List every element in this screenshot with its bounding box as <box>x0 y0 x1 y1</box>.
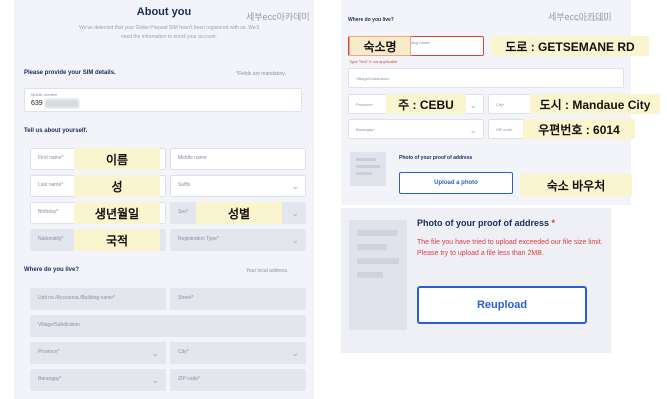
annotation-province: 주 : CEBU <box>386 94 466 114</box>
unit-label: Unit no./Accesoria./Building name* <box>38 295 115 301</box>
proof-label: Photo of your proof of address <box>399 155 473 161</box>
annotation-birthday: 생년월일 <box>74 202 160 224</box>
city-label: City* <box>178 349 189 355</box>
chevron-down-icon: ⌄ <box>151 375 159 385</box>
birthday-label: Birthday* <box>38 209 59 215</box>
mobile-number-label: Mobile number <box>31 92 58 97</box>
error-card-title: Photo of your proof of address * <box>417 218 555 228</box>
first-name-label: First name* <box>38 155 64 161</box>
right-zip-label: ZIP code <box>496 127 512 132</box>
mobile-number-blur <box>45 99 79 108</box>
nationality-label: Nationality* <box>38 236 64 242</box>
chevron-down-icon: ⌄ <box>291 348 299 358</box>
middle-name-field[interactable]: Middle name <box>170 148 306 170</box>
province-label: Province* <box>38 349 60 355</box>
left-form-panel: About you We've detected that your Globe… <box>14 0 314 399</box>
right-barangay-label: Barangay* <box>356 127 375 132</box>
live-section-heading: Where do you live? <box>24 267 80 273</box>
right-village-label: Village/Subdivision <box>356 76 390 81</box>
right-province-label: Province* <box>356 102 374 107</box>
annotation-zip: 우편번호 : 6014 <box>523 119 635 139</box>
local-address-note: Your local address. <box>246 268 289 274</box>
sim-section-heading: Please provide your SIM details. <box>24 70 116 76</box>
registration-type-select[interactable]: Registration Type* ⌄ <box>170 229 306 251</box>
tell-section-heading: Tell us about yourself. <box>24 128 88 134</box>
intro-text: We've detected that your Globe Prepaid S… <box>79 25 259 40</box>
mobile-number-value: 639 <box>31 100 43 107</box>
sex-label: Sex* <box>178 209 189 215</box>
mobile-number-field[interactable]: Mobile number 639 <box>24 88 302 112</box>
city-select[interactable]: City* ⌄ <box>170 342 306 364</box>
right-live-section-heading: Where do you live? <box>348 17 394 23</box>
chevron-down-icon: ⌄ <box>151 348 159 358</box>
watermark-left: 세부ecc아카데미 <box>246 12 310 22</box>
barangay-label: Barangay* <box>38 376 62 382</box>
annotation-first-name: 이름 <box>74 148 160 170</box>
middle-name-label: Middle name <box>178 155 207 161</box>
last-name-label: Last name* <box>38 182 64 188</box>
unit-field[interactable]: Unit no./Accesoria./Building name* <box>30 288 166 310</box>
annotation-last-name: 성 <box>74 175 160 197</box>
right-village-field[interactable]: Village/Subdivision <box>348 68 624 88</box>
error-card-message: The file you have tried to upload exceed… <box>417 239 603 257</box>
chevron-down-icon: ⌄ <box>469 125 477 135</box>
chevron-down-icon: ⌄ <box>469 100 477 110</box>
error-document-placeholder-icon <box>349 220 407 330</box>
suffix-label: Suffix <box>178 182 191 188</box>
province-select[interactable]: Province* ⌄ <box>30 342 166 364</box>
registration-type-label: Registration Type* <box>178 236 219 242</box>
annotation-accommodation: 숙소명 <box>349 36 411 56</box>
na-error-text: Type "N/A" if not applicable <box>349 59 398 64</box>
village-label: Village/Subdivision <box>38 322 80 328</box>
upload-photo-button[interactable]: Upload a photo <box>399 172 513 194</box>
street-label: Street* <box>178 295 194 301</box>
annotation-voucher: 숙소 바우처 <box>520 174 632 196</box>
annotation-road: 도로 : GETSEMANE RD <box>491 36 649 56</box>
error-card-title-text: Photo of your proof of address <box>417 218 549 228</box>
annotation-city: 도시 : Mandaue City <box>530 94 660 114</box>
zip-label: ZIP code* <box>178 376 200 382</box>
chevron-down-icon: ⌄ <box>291 208 299 218</box>
watermark-right: 세부ecc아카데미 <box>548 12 612 22</box>
chevron-down-icon: ⌄ <box>291 181 299 191</box>
required-asterisk: * <box>549 218 556 228</box>
right-city-label: City* <box>496 102 505 107</box>
village-field[interactable]: Village/Subdivision <box>30 315 306 337</box>
annotation-sex: 성별 <box>196 202 282 224</box>
mandatory-note: *Fields are mandatory. <box>236 71 286 77</box>
document-placeholder-icon <box>350 152 386 186</box>
street-field[interactable]: Street* <box>170 288 306 310</box>
chevron-down-icon: ⌄ <box>291 235 299 245</box>
annotation-nationality: 국적 <box>74 229 160 251</box>
suffix-select[interactable]: Suffix ⌄ <box>170 175 306 197</box>
upload-error-card: Photo of your proof of address * The fil… <box>341 208 611 353</box>
reupload-button[interactable]: Reupload <box>417 286 587 324</box>
right-barangay-select[interactable]: Barangay* ⌄ <box>348 119 484 139</box>
barangay-select[interactable]: Barangay* ⌄ <box>30 369 166 391</box>
zip-field[interactable]: ZIP code* <box>170 369 306 391</box>
